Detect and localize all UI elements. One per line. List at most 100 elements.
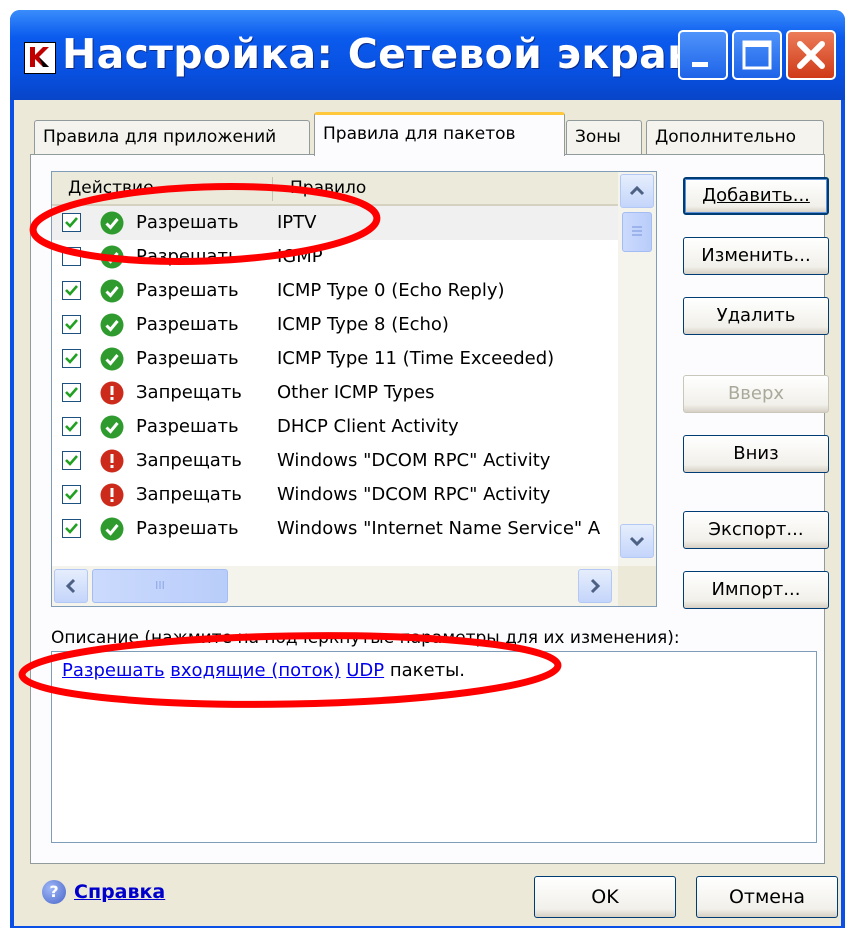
row-action: Запрещать [136,450,242,471]
row-rule: IPTV [277,212,317,233]
hscroll-thumb[interactable]: III [92,569,228,603]
check-circle-icon [100,347,124,371]
table-row[interactable]: Разрешать Windows "Internet Name Service"… [52,512,618,546]
kaspersky-k-icon [24,42,56,74]
check-circle-icon [100,415,124,439]
row-rule: Windows "DCOM RPC" Activity [277,450,551,471]
check-circle-icon [100,517,124,541]
row-action: Разрешать [136,314,239,335]
row-checkbox[interactable] [62,451,81,470]
table-row[interactable]: Разрешать ICMP Type 11 (Time Exceeded) [52,342,618,376]
dialog-client-area: Правила для приложений Правила для пакет… [14,100,841,926]
edit-button-label: Изменить... [701,245,811,266]
horizontal-scrollbar[interactable]: III [52,566,618,606]
check-circle-icon [100,313,124,337]
table-row[interactable]: Разрешать DHCP Client Activity [52,410,618,444]
help-link[interactable]: ? Справка [42,880,165,904]
row-action: Разрешать [136,246,239,267]
move-up-button[interactable]: Вверх [683,375,829,413]
rules-list[interactable]: Действие Правило Разрешать IPTV Разрешать I… [51,171,657,607]
exclamation-circle-icon [100,449,124,473]
delete-button-label: Удалить [716,305,796,326]
column-header-action[interactable]: Действие [68,178,154,198]
check-circle-icon [100,279,124,303]
description-link[interactable]: входящие (поток) [170,660,340,681]
row-checkbox[interactable] [62,349,81,368]
row-action: Разрешать [136,416,239,437]
table-row[interactable]: Разрешать IPTV [52,206,618,240]
maximize-button[interactable] [732,30,782,80]
tab-packet-rules[interactable]: Правила для пакетов [314,112,565,156]
table-row[interactable]: Разрешать ICMP Type 0 (Echo Reply) [52,274,618,308]
table-row[interactable]: Запрещать Windows "DCOM RPC" Activity [52,478,618,512]
table-row[interactable]: Разрешать ICMP Type 8 (Echo) [52,308,618,342]
scroll-thumb[interactable] [622,212,652,252]
scroll-up-button[interactable] [620,174,654,208]
delete-button[interactable]: Удалить [683,297,829,335]
row-rule: ICMP Type 0 (Echo Reply) [277,280,505,301]
row-rule: IGMP [277,246,323,267]
tab-advanced[interactable]: Дополнительно [646,120,824,154]
row-rule: ICMP Type 11 (Time Exceeded) [277,348,555,369]
row-checkbox[interactable] [62,281,81,300]
import-button[interactable]: Импорт... [683,571,829,609]
row-checkbox[interactable] [62,383,81,402]
row-action: Запрещать [136,382,242,403]
import-button-label: Импорт... [711,579,801,600]
settings-window: Настройка: Сетевой экран Правила для при… [10,10,845,928]
help-label: Справка [74,881,166,903]
table-row[interactable]: Запрещать Other ICMP Types [52,376,618,410]
row-action: Разрешать [136,348,239,369]
table-row[interactable]: Разрешать IGMP [52,240,618,274]
row-rule: Windows "Internet Name Service" A [277,518,601,539]
row-checkbox[interactable] [62,247,81,266]
description-label: Описание (нажмите на подчеркнутые параме… [51,628,680,648]
row-checkbox[interactable] [62,315,81,334]
scroll-corner [618,566,656,606]
ok-button[interactable]: OK [534,876,676,918]
cancel-button[interactable]: Отмена [696,876,838,918]
description-link[interactable]: UDP [346,660,384,681]
rules-rows: Разрешать IPTV Разрешать IGMP Разрешать ICMP … [52,206,618,566]
row-checkbox[interactable] [62,417,81,436]
check-circle-icon [100,211,124,235]
window-title: Настройка: Сетевой экран [62,30,696,78]
column-separator[interactable] [272,177,273,201]
export-button-label: Экспорт... [708,519,804,540]
close-button[interactable] [786,30,836,80]
scroll-right-button[interactable] [578,569,612,603]
row-action: Разрешать [136,518,239,539]
row-action: Разрешать [136,280,239,301]
description-text: пакеты. [384,660,466,681]
row-action: Разрешать [136,212,239,233]
check-circle-icon [100,245,124,269]
description-box: Разрешать входящие (поток) UDP пакеты. [51,651,817,843]
add-button[interactable]: Добавить... [683,177,829,215]
table-row[interactable]: Запрещать Windows "DCOM RPC" Activity [52,444,618,478]
row-rule: Other ICMP Types [277,382,435,403]
row-rule: Windows "DCOM RPC" Activity [277,484,551,505]
column-header-rule[interactable]: Правило [290,178,366,198]
description-link[interactable]: Разрешать [62,660,165,681]
move-down-button[interactable]: Вниз [683,435,829,473]
title-bar[interactable]: Настройка: Сетевой экран [10,10,845,100]
list-header: Действие Правило [52,172,618,206]
scroll-down-button[interactable] [620,524,654,558]
move-up-button-label: Вверх [727,383,785,404]
tab-app-rules[interactable]: Правила для приложений [34,120,310,154]
tab-zones[interactable]: Зоны [566,120,642,154]
row-rule: ICMP Type 8 (Echo) [277,314,449,335]
scroll-left-button[interactable] [54,569,88,603]
edit-button[interactable]: Изменить... [683,237,829,275]
minimize-button[interactable] [678,30,728,80]
row-checkbox[interactable] [62,485,81,504]
row-checkbox[interactable] [62,519,81,538]
hscroll-grip: III [155,579,165,592]
move-down-button-label: Вниз [733,443,779,464]
row-action: Запрещать [136,484,242,505]
vertical-scrollbar[interactable] [618,172,656,566]
help-icon: ? [42,880,66,904]
export-button[interactable]: Экспорт... [683,511,829,549]
tab-panel: Действие Правило Разрешать IPTV Разрешать I… [30,154,829,864]
row-checkbox[interactable] [62,213,81,232]
